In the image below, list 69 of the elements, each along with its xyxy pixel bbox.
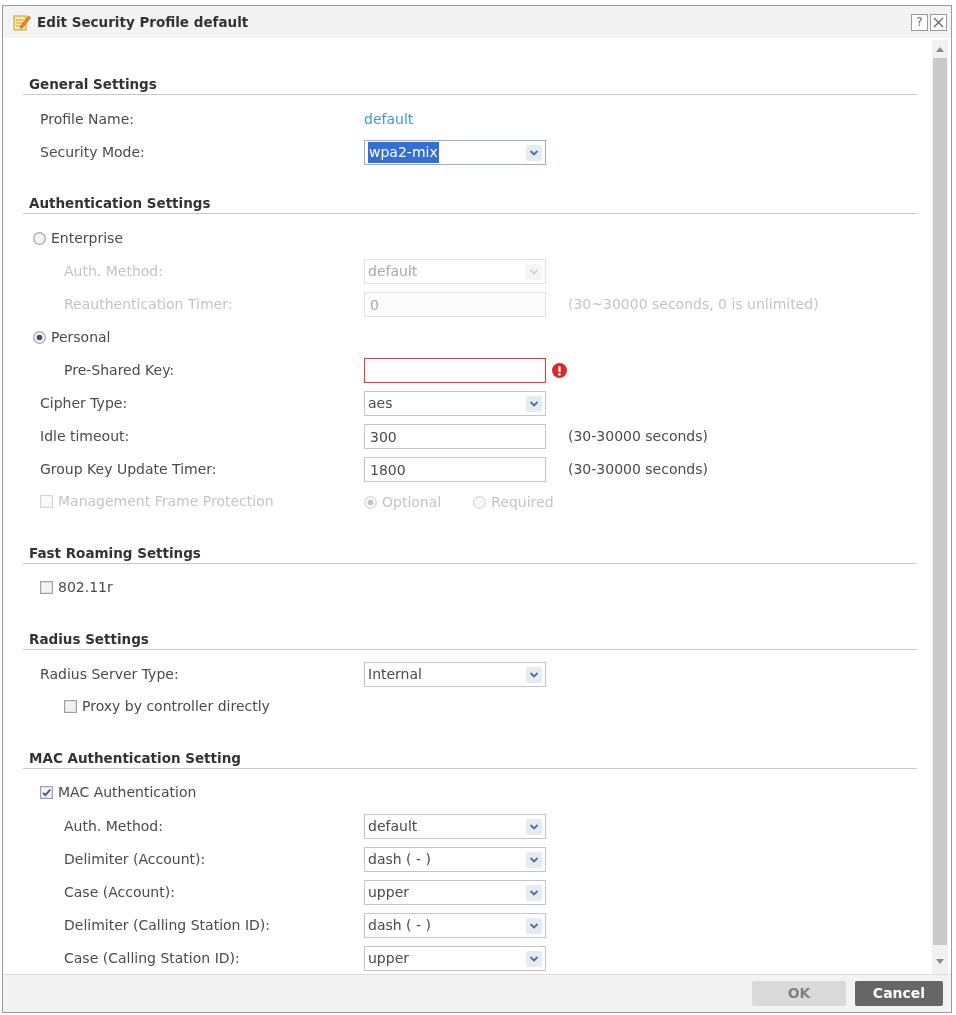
checkbox-option[interactable]: MAC Authentication [40, 782, 197, 803]
field-label: Pre-Shared Key: [64, 361, 176, 380]
chevron-down-icon[interactable] [526, 851, 542, 868]
checkbox-icon[interactable] [40, 786, 53, 799]
scroll-down-arrow-icon[interactable] [936, 959, 944, 964]
cancel-button[interactable]: Cancel [855, 981, 943, 1006]
radio-icon[interactable] [33, 331, 46, 344]
text-input[interactable]: 300 [364, 424, 546, 449]
dropdown[interactable]: upper [364, 880, 546, 905]
field-label: Profile Name: [40, 110, 135, 129]
chevron-down-icon[interactable] [526, 950, 542, 967]
help-button[interactable]: ? [911, 13, 928, 31]
field-label: Idle timeout: [40, 427, 131, 446]
radio-icon[interactable] [33, 232, 46, 245]
dropdown[interactable]: dash ( - ) [364, 913, 546, 938]
field-label: Reauthentication Timer: [64, 295, 234, 314]
field-label: Delimiter (Calling Station ID): [64, 916, 271, 935]
section-heading: MAC Authentication Setting [28, 749, 242, 768]
section-heading: Radius Settings [28, 630, 150, 649]
chevron-down-icon[interactable] [526, 666, 542, 683]
radio-option[interactable]: Enterprise [33, 228, 124, 249]
field-label: Delimiter (Account): [64, 850, 207, 869]
hint-text: (30~30000 seconds, 0 is unlimited) [568, 295, 819, 314]
checkbox-option[interactable]: Proxy by controller directly [64, 696, 270, 717]
chevron-down-icon[interactable] [526, 395, 542, 412]
scroll-up-arrow-icon[interactable] [936, 47, 944, 52]
close-button[interactable] [930, 13, 947, 31]
chevron-down-icon[interactable] [526, 818, 542, 835]
dropdown[interactable]: Internal [364, 662, 546, 687]
dropdown[interactable]: upper [364, 946, 546, 971]
error-icon [552, 363, 567, 378]
field-label: Cipher Type: [40, 394, 129, 413]
radio-option[interactable]: Personal [33, 327, 111, 348]
radio-option: Required [473, 492, 554, 513]
section-heading: General Settings [28, 75, 158, 94]
hint-text: (30-30000 seconds) [568, 460, 708, 479]
text-input[interactable] [364, 358, 546, 383]
field-label: Case (Account): [64, 883, 176, 902]
field-label: Auth. Method: [64, 262, 164, 281]
scrollbar-thumb[interactable] [933, 58, 947, 945]
notepad-pencil-icon [13, 13, 31, 31]
field-label: Radius Server Type: [40, 665, 180, 684]
field-label: Case (Calling Station ID): [64, 949, 241, 968]
chevron-down-icon[interactable] [526, 884, 542, 901]
window-title: Edit Security Profile default [37, 12, 249, 32]
value-text: default [364, 110, 414, 129]
radio-option: Optional [364, 492, 442, 513]
checkbox-icon[interactable] [64, 700, 77, 713]
chevron-down-icon[interactable] [526, 917, 542, 934]
dropdown: default [364, 259, 546, 284]
chevron-down-icon[interactable] [526, 144, 542, 161]
section-heading: Authentication Settings [28, 194, 212, 213]
dropdown[interactable]: dash ( - ) [364, 847, 546, 872]
dropdown[interactable]: aes [364, 391, 546, 416]
field-label: Security Mode: [40, 143, 146, 162]
checkbox-option[interactable]: 802.11r [40, 577, 113, 598]
checkbox-icon[interactable] [40, 581, 53, 594]
hint-text: (30-30000 seconds) [568, 427, 708, 446]
dropdown[interactable]: default [364, 814, 546, 839]
ok-button: OK [752, 981, 846, 1006]
dropdown[interactable]: wpa2-mix [364, 140, 546, 165]
field-label: Auth. Method: [64, 817, 164, 836]
field-label: Group Key Update Timer: [40, 460, 218, 479]
chevron-down-icon [526, 263, 542, 280]
section-heading: Fast Roaming Settings [28, 544, 202, 563]
close-icon [933, 16, 944, 28]
text-input[interactable]: 1800 [364, 457, 546, 482]
text-input: 0 [364, 292, 546, 317]
checkbox-option: Management Frame Protection [40, 491, 274, 512]
